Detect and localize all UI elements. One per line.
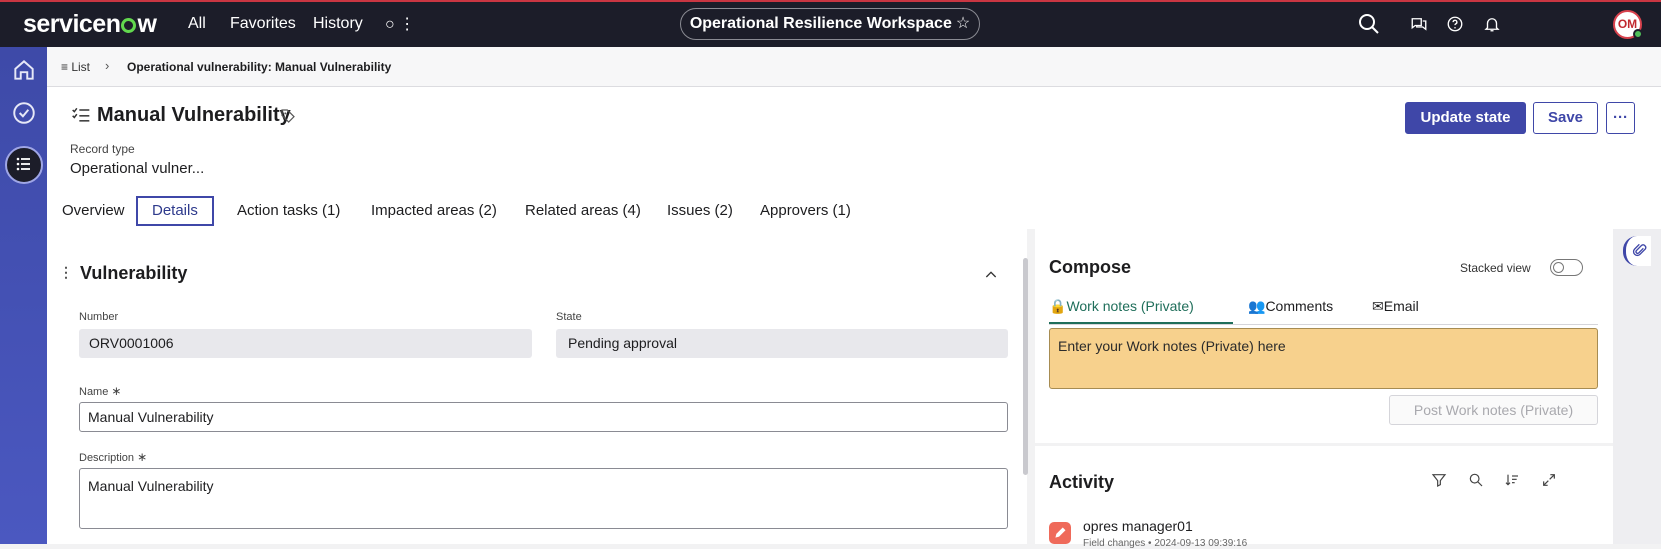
chevron-right-icon: › bbox=[105, 58, 110, 73]
tab-impacted-areas[interactable]: Impacted areas (2) bbox=[371, 196, 497, 226]
envelope-icon: ✉ bbox=[1372, 298, 1384, 314]
left-navigation-rail bbox=[0, 47, 47, 544]
tab-issues[interactable]: Issues (2) bbox=[667, 196, 733, 226]
required-asterisk: ∗ bbox=[137, 450, 148, 464]
attachment-button[interactable] bbox=[1623, 236, 1651, 266]
activity-panel: Activity opres manager01 Field changes •… bbox=[1035, 446, 1613, 549]
nav-all[interactable]: All bbox=[188, 15, 206, 33]
notifications-bell-icon[interactable] bbox=[1483, 15, 1501, 33]
update-state-button[interactable]: Update state bbox=[1405, 102, 1526, 134]
tab-overview[interactable]: Overview bbox=[62, 196, 125, 226]
name-label: Name ∗ bbox=[79, 384, 121, 398]
details-form: ⋮ Vulnerability Number ORV0001006 State … bbox=[47, 229, 1027, 544]
workspace-title-pill[interactable]: Operational Resilience Workspace ☆ bbox=[680, 8, 980, 40]
top-navigation-bar: servicen w All Favorites History ○ ⋮ Oper… bbox=[0, 0, 1661, 47]
user-avatar[interactable]: OM bbox=[1613, 10, 1643, 39]
lock-icon: 🔒 bbox=[1049, 298, 1067, 314]
tab-comments-label: Comments bbox=[1265, 298, 1334, 314]
record-header: Manual Vulnerability Record type Operati… bbox=[47, 87, 1661, 229]
compose-title: Compose bbox=[1049, 257, 1132, 277]
compose-tabs-divider bbox=[1049, 324, 1598, 325]
online-status-dot bbox=[1633, 29, 1643, 39]
chat-icon[interactable] bbox=[1410, 15, 1428, 33]
record-type-label: Record type bbox=[70, 142, 135, 156]
check-circle-icon[interactable] bbox=[11, 100, 37, 126]
section-title: Vulnerability bbox=[80, 263, 188, 283]
paperclip-icon bbox=[1632, 243, 1647, 257]
number-field: ORV0001006 bbox=[79, 329, 532, 358]
form-scrollbar[interactable] bbox=[1023, 258, 1028, 475]
filter-icon[interactable] bbox=[1431, 472, 1447, 488]
toggle-knob bbox=[1553, 262, 1564, 273]
breadcrumb-list-label: List bbox=[71, 60, 91, 74]
activity-user: opres manager01 bbox=[1083, 518, 1193, 534]
list-icon[interactable] bbox=[12, 152, 36, 176]
stacked-view-label: Stacked view bbox=[1460, 261, 1531, 275]
save-button[interactable]: Save bbox=[1533, 102, 1598, 134]
tab-related-areas[interactable]: Related areas (4) bbox=[525, 196, 641, 226]
star-icon[interactable]: ☆ bbox=[956, 15, 970, 32]
tab-approvers[interactable]: Approvers (1) bbox=[760, 196, 851, 226]
record-type-value: Operational vulner... bbox=[70, 160, 205, 177]
page-title: Manual Vulnerability bbox=[97, 104, 291, 126]
list-lines-icon: ≡ bbox=[61, 60, 72, 74]
description-label: Description ∗ bbox=[79, 450, 147, 464]
name-label-text: Name bbox=[79, 386, 109, 398]
nav-more-icon[interactable]: ○ ⋮ bbox=[385, 14, 415, 34]
tab-email-label: Email bbox=[1383, 298, 1419, 314]
tab-details[interactable]: Details bbox=[136, 196, 214, 226]
tab-work-notes-label: Work notes (Private) bbox=[1066, 298, 1194, 314]
more-actions-icon[interactable]: ··· bbox=[1606, 102, 1635, 134]
chevron-up-icon[interactable] bbox=[983, 267, 999, 283]
pencil-edit-icon bbox=[1049, 522, 1071, 544]
tab-action-tasks[interactable]: Action tasks (1) bbox=[237, 196, 340, 226]
servicenow-logo[interactable]: servicen w bbox=[23, 10, 157, 39]
help-icon[interactable] bbox=[1446, 15, 1464, 33]
required-asterisk: ∗ bbox=[111, 384, 122, 398]
description-label-text: Description bbox=[79, 452, 135, 464]
tab-email[interactable]: ✉Email bbox=[1372, 296, 1419, 324]
expand-icon[interactable] bbox=[1541, 472, 1557, 488]
post-work-notes-button[interactable]: Post Work notes (Private) bbox=[1389, 395, 1598, 425]
sort-icon[interactable] bbox=[1504, 472, 1520, 488]
stacked-view-toggle[interactable] bbox=[1550, 259, 1583, 276]
workspace-title: Operational Resilience Workspace bbox=[689, 15, 952, 32]
breadcrumb: ≡ List › Operational vulnerability: Manu… bbox=[47, 47, 1661, 87]
tab-work-notes[interactable]: 🔒Work notes (Private) bbox=[1049, 296, 1233, 324]
nav-history[interactable]: History bbox=[313, 15, 363, 33]
home-icon[interactable] bbox=[11, 57, 37, 83]
breadcrumb-list-link[interactable]: ≡ List bbox=[61, 60, 90, 74]
people-icon: 👥 bbox=[1248, 298, 1266, 314]
checklist-icon bbox=[72, 107, 90, 122]
search-icon[interactable] bbox=[1468, 472, 1484, 488]
state-label: State bbox=[556, 311, 582, 323]
tag-icon[interactable] bbox=[280, 108, 296, 124]
breadcrumb-current: Operational vulnerability: Manual Vulner… bbox=[127, 60, 392, 74]
nav-favorites[interactable]: Favorites bbox=[230, 15, 296, 33]
right-sidebar bbox=[1613, 229, 1661, 544]
activity-title: Activity bbox=[1049, 472, 1115, 492]
number-label: Number bbox=[79, 311, 119, 323]
state-field: Pending approval bbox=[556, 329, 1008, 358]
search-icon[interactable] bbox=[1357, 12, 1381, 36]
compose-panel: Compose Stacked view 🔒Work notes (Privat… bbox=[1035, 229, 1613, 443]
name-input[interactable]: Manual Vulnerability bbox=[79, 402, 1008, 432]
tab-comments[interactable]: 👥Comments bbox=[1248, 296, 1333, 324]
description-textarea[interactable]: Manual Vulnerability bbox=[79, 468, 1008, 529]
drag-handle-icon[interactable]: ⋮ bbox=[59, 264, 73, 281]
work-notes-textarea[interactable]: Enter your Work notes (Private) here bbox=[1049, 328, 1598, 389]
